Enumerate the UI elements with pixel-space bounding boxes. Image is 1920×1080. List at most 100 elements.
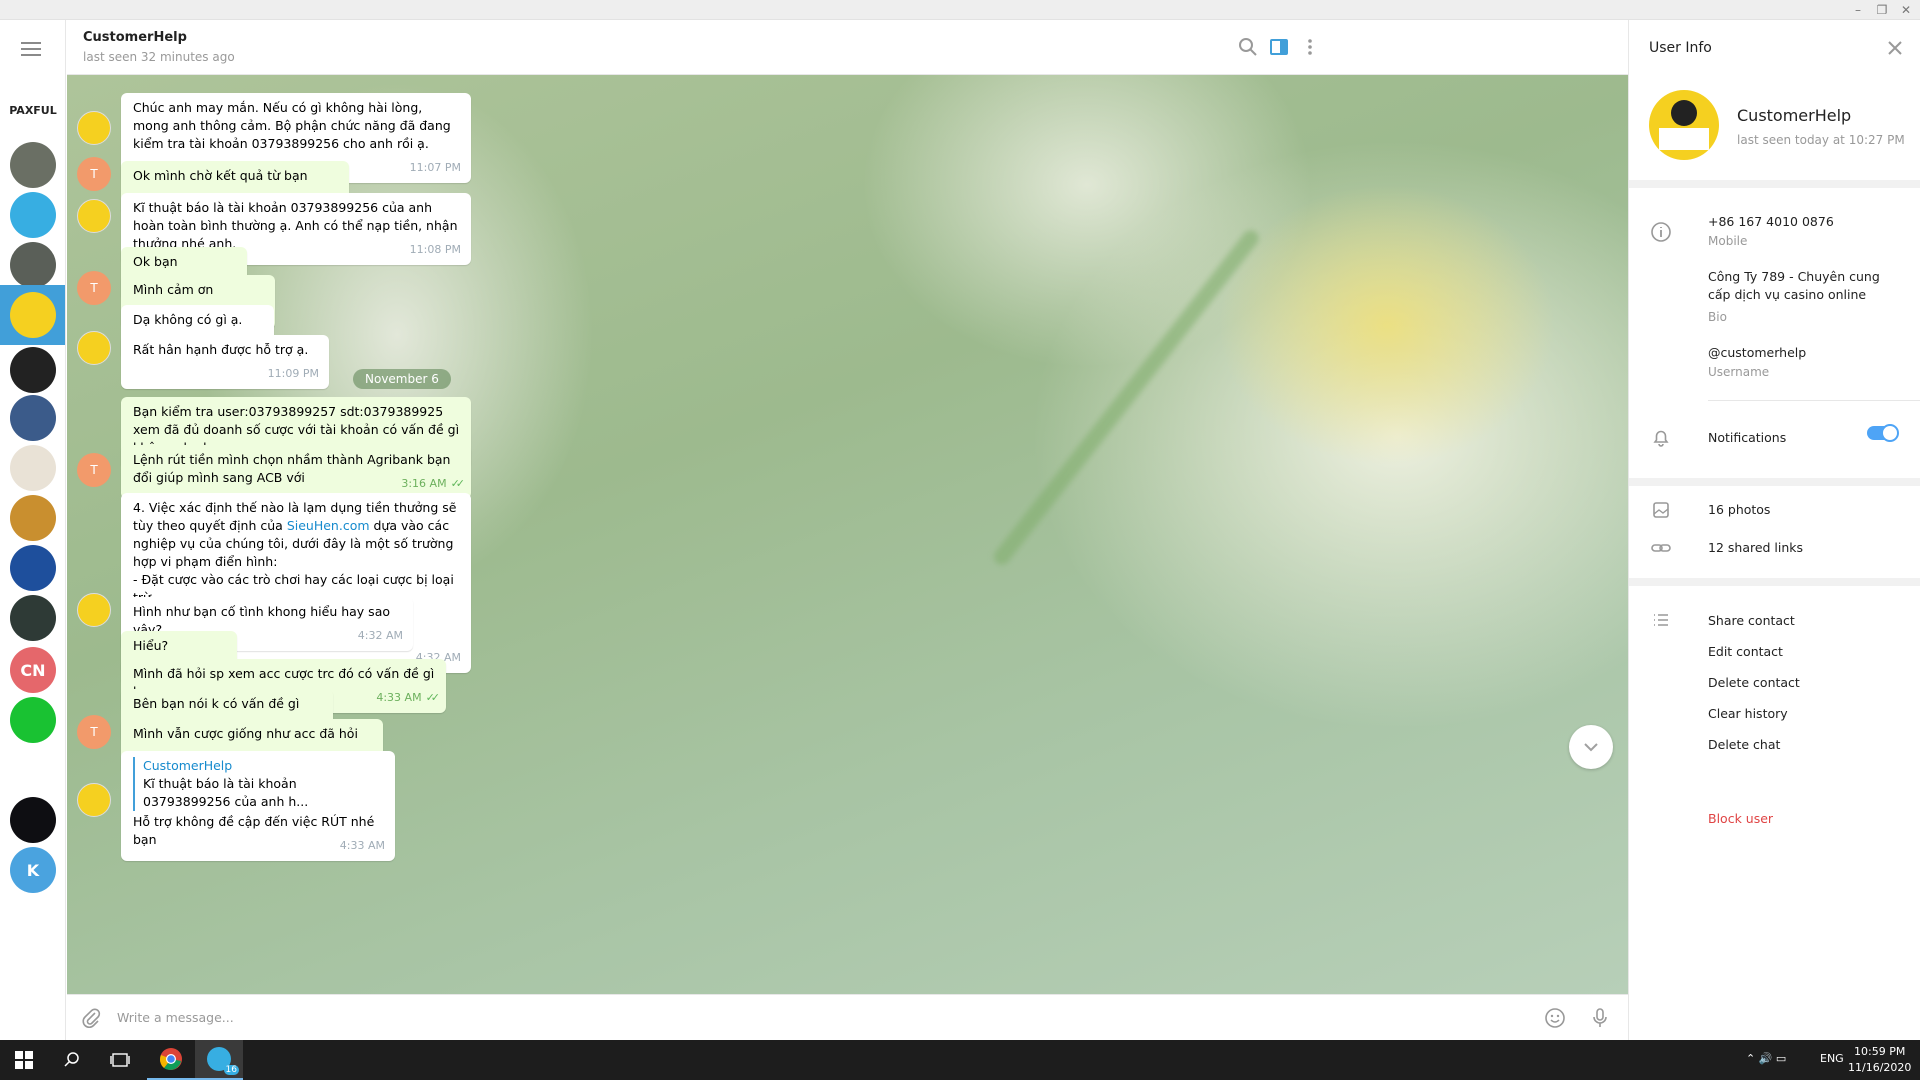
bell-icon — [1653, 430, 1669, 447]
reply-text: Kĩ thuật báo là tài khoản 03793899256 củ… — [143, 776, 309, 809]
shared-links-link[interactable]: 12 shared links — [1708, 540, 1803, 555]
folder-item[interactable] — [0, 588, 65, 648]
bio-value[interactable]: Công Ty 789 - Chuyên cung cấp dịch vụ ca… — [1708, 268, 1888, 304]
menu-icon[interactable] — [21, 42, 41, 56]
chevron-down-icon — [1584, 743, 1598, 752]
scroll-down-button[interactable] — [1569, 725, 1613, 769]
message-text: Hiểu? — [133, 638, 169, 653]
phone-value[interactable]: +86 167 4010 0876 — [1708, 213, 1834, 231]
message-text: Mình cảm ơn — [133, 282, 214, 297]
attach-icon[interactable] — [79, 1006, 103, 1030]
start-button[interactable] — [0, 1040, 48, 1080]
emoji-icon[interactable] — [1543, 1006, 1567, 1030]
panel-title: User Info — [1649, 40, 1712, 56]
reply-quote[interactable]: CustomerHelp Kĩ thuật báo là tài khoản 03… — [133, 757, 385, 811]
reply-author: CustomerHelp — [143, 758, 233, 773]
language-indicator[interactable]: ENG — [1820, 1052, 1844, 1065]
composer: Write a message... — [67, 994, 1628, 1040]
time-text: 3:16 AM — [401, 477, 447, 490]
sidebar-toggle-icon[interactable] — [1266, 34, 1292, 60]
photos-link[interactable]: 16 photos — [1708, 502, 1770, 517]
time-text: 11:07 PM — [409, 161, 461, 174]
read-check-icon: ✓✓ — [425, 691, 441, 704]
chrome-taskbar-button[interactable] — [147, 1040, 195, 1080]
tray-icons[interactable]: ⌃ 🔊 ▭ — [1746, 1052, 1786, 1065]
avatar[interactable] — [77, 111, 111, 145]
message-text: Hỗ trợ không đề cập đến việc RÚT nhé bạn — [133, 814, 375, 847]
date-separator: November 6 — [353, 369, 451, 389]
chrome-icon — [160, 1048, 182, 1070]
avatar[interactable]: T — [77, 157, 111, 191]
contact-action[interactable]: Delete contact — [1708, 675, 1800, 690]
chat-title[interactable]: CustomerHelp — [83, 30, 187, 45]
clock-time: 10:59 PM — [1854, 1045, 1906, 1058]
folder-item[interactable]: PAXFUL — [0, 80, 65, 140]
message-text: Bên bạn nói k có vấn đề gì — [133, 696, 300, 711]
minimize-button[interactable]: – — [1846, 0, 1870, 20]
chat-header[interactable]: CustomerHelp last seen 32 minutes ago — [67, 20, 1628, 75]
contact-action[interactable]: Delete chat — [1708, 737, 1780, 752]
folder-item[interactable] — [0, 285, 65, 345]
message-list[interactable]: November 6 Chúc anh may mắn. Nếu có gì k… — [67, 75, 1628, 994]
more-icon[interactable] — [1297, 34, 1323, 60]
message-time: 11:09 PM — [268, 365, 319, 383]
folder-avatar — [10, 395, 56, 441]
avatar[interactable]: T — [77, 453, 111, 487]
list-icon — [1654, 614, 1668, 626]
message-text: Rất hân hạnh được hỗ trợ ạ. — [133, 342, 309, 357]
folder-item[interactable]: K — [0, 840, 65, 900]
message-time: 4:32 AM — [358, 627, 403, 645]
message-text: Mình vẫn cược giống như acc đã hỏi — [133, 726, 358, 741]
telegram-taskbar-button[interactable]: 16 — [195, 1040, 243, 1080]
clock-date: 11/16/2020 — [1848, 1061, 1912, 1074]
windows-logo-icon — [15, 1051, 33, 1069]
search-icon — [64, 1052, 79, 1067]
telegram-badge: 16 — [223, 1065, 239, 1075]
avatar[interactable]: T — [77, 715, 111, 749]
message-bubble[interactable]: CustomerHelp Kĩ thuật báo là tài khoản 03… — [121, 751, 395, 861]
folder-avatar — [10, 347, 56, 393]
folder-avatar — [10, 747, 56, 793]
search-taskbar-button[interactable] — [48, 1040, 96, 1080]
notifications-toggle[interactable] — [1867, 424, 1899, 442]
windows-taskbar: 16 ⌃ 🔊 ▭ ENG 10:59 PM 11/16/2020 — [0, 1040, 1920, 1080]
folder-avatar — [10, 142, 56, 188]
message-text: Dạ không có gì ạ. — [133, 312, 243, 327]
message-time: 11:08 PM — [410, 241, 461, 259]
taskbar-clock[interactable]: 10:59 PM 11/16/2020 — [1848, 1044, 1911, 1076]
message-bubble[interactable]: Lệnh rút tiền mình chọn nhầm thành Agrib… — [121, 445, 471, 499]
message-link[interactable]: SieuHen.com — [287, 518, 370, 533]
time-text: 4:32 AM — [357, 629, 403, 642]
telegram-icon: 16 — [207, 1047, 239, 1075]
avatar[interactable] — [77, 331, 111, 365]
photo-icon — [1653, 502, 1669, 518]
divider — [1629, 578, 1920, 586]
close-icon[interactable] — [1883, 36, 1907, 60]
divider — [1629, 478, 1920, 486]
contact-action[interactable]: Edit contact — [1708, 644, 1783, 659]
close-window-button[interactable]: ✕ — [1894, 0, 1918, 20]
microphone-icon[interactable] — [1588, 1006, 1612, 1030]
block-user-button[interactable]: Block user — [1708, 811, 1773, 826]
search-icon[interactable] — [1235, 34, 1261, 60]
contact-action[interactable]: Share contact — [1708, 613, 1795, 628]
chat-area: November 6 Chúc anh may mắn. Nếu có gì k… — [67, 20, 1628, 1040]
folder-avatar — [10, 595, 56, 641]
time-text: 4:33 AM — [376, 691, 422, 704]
restore-button[interactable]: ❐ — [1870, 0, 1894, 20]
profile-avatar[interactable] — [1649, 90, 1719, 160]
chat-status: last seen 32 minutes ago — [83, 50, 235, 64]
username-value[interactable]: @customerhelp — [1708, 344, 1806, 362]
profile-name: CustomerHelp — [1737, 106, 1852, 125]
avatar[interactable] — [77, 593, 111, 627]
avatar[interactable]: T — [77, 271, 111, 305]
message-bubble[interactable]: Rất hân hạnh được hỗ trợ ạ. 11:09 PM — [121, 335, 329, 389]
task-view-button[interactable] — [96, 1040, 144, 1080]
contact-action[interactable]: Clear history — [1708, 706, 1788, 721]
folder-avatar — [10, 242, 56, 288]
folder-avatar — [10, 697, 56, 743]
folder-sidebar: PAXFUL CN K — [0, 20, 66, 1040]
avatar[interactable] — [77, 783, 111, 817]
message-input[interactable]: Write a message... — [117, 1010, 234, 1025]
avatar[interactable] — [77, 199, 111, 233]
